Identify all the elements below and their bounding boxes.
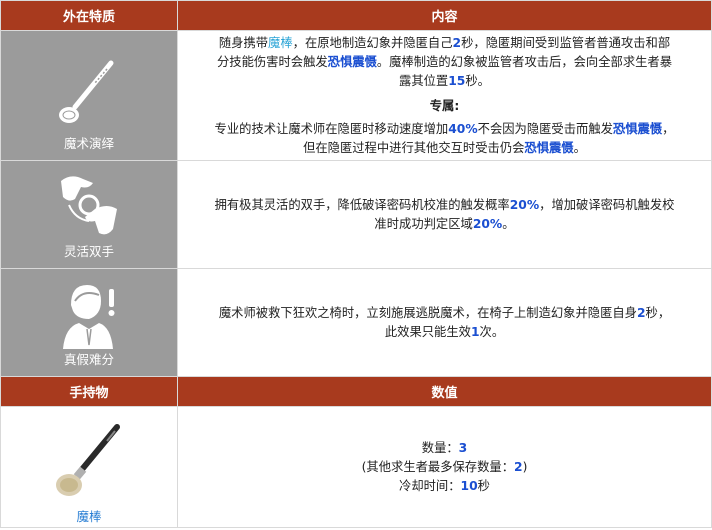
header-trait: 外在特质: [0, 0, 178, 31]
exclusive-title: 专属:: [429, 98, 460, 113]
keyword-link[interactable]: 恐惧震慑: [328, 55, 377, 69]
header-content: 内容: [177, 0, 712, 31]
header-item: 手持物: [0, 376, 178, 407]
item-values: 数量：3 (其他求生者最多保存数量：2) 冷却时间：10秒: [177, 406, 712, 528]
trait-table: 外在特质 内容 魔术演绎 随身携带魔棒，在原地制造幻象并隐匿自己2秒，隐匿期间受…: [0, 0, 712, 528]
person-exclamation-icon: [63, 285, 115, 349]
trait-cell: 灵活双手: [0, 160, 178, 269]
item-cooldown: 冷却时间：10秒: [399, 478, 490, 493]
trait-description: 魔术师被救下狂欢之椅时，立刻施展逃脱魔术，在椅子上制造幻象并隐匿自身2秒，此效果…: [177, 268, 712, 377]
magic-wand-item-icon: [56, 424, 120, 496]
trait-cell: 魔术演绎: [0, 30, 178, 161]
trait-row: 真假难分 魔术师被救下狂欢之椅时，立刻施展逃脱魔术，在椅子上制造幻象并隐匿自身2…: [0, 268, 712, 377]
trait-description: 随身携带魔棒，在原地制造幻象并隐匿自己2秒，隐匿期间受到监管者普通攻击和部分技能…: [177, 30, 712, 161]
trait-cell: 真假难分: [0, 268, 178, 377]
magic-wand-icon: [59, 60, 114, 123]
trait-name: 魔术演绎: [63, 136, 114, 151]
trait-name: 灵活双手: [63, 244, 114, 259]
item-link[interactable]: 魔棒: [268, 36, 293, 50]
item-cell: 魔棒: [0, 406, 178, 528]
keyword-link[interactable]: 恐惧震慑: [613, 122, 662, 136]
item-store-limit: (其他求生者最多保存数量：2): [361, 459, 528, 474]
item-name[interactable]: 魔棒: [1, 506, 177, 527]
item-count: 数量：3: [421, 440, 468, 455]
trait-row: 灵活双手 拥有极其灵活的双手，降低破译密码机校准的触发概率20%，增加破译密码机…: [0, 160, 712, 269]
trait-name: 真假难分: [63, 352, 114, 367]
keyword-link[interactable]: 恐惧震慑: [524, 141, 573, 155]
hands-icon: [61, 176, 117, 235]
trait-description: 拥有极其灵活的双手，降低破译密码机校准的触发概率20%，增加破译密码机触发校准时…: [177, 160, 712, 269]
header-value: 数值: [177, 376, 712, 407]
item-row: 魔棒 数量：3 (其他求生者最多保存数量：2) 冷却时间：10秒: [0, 406, 712, 528]
trait-row: 魔术演绎 随身携带魔棒，在原地制造幻象并隐匿自己2秒，隐匿期间受到监管者普通攻击…: [0, 30, 712, 161]
